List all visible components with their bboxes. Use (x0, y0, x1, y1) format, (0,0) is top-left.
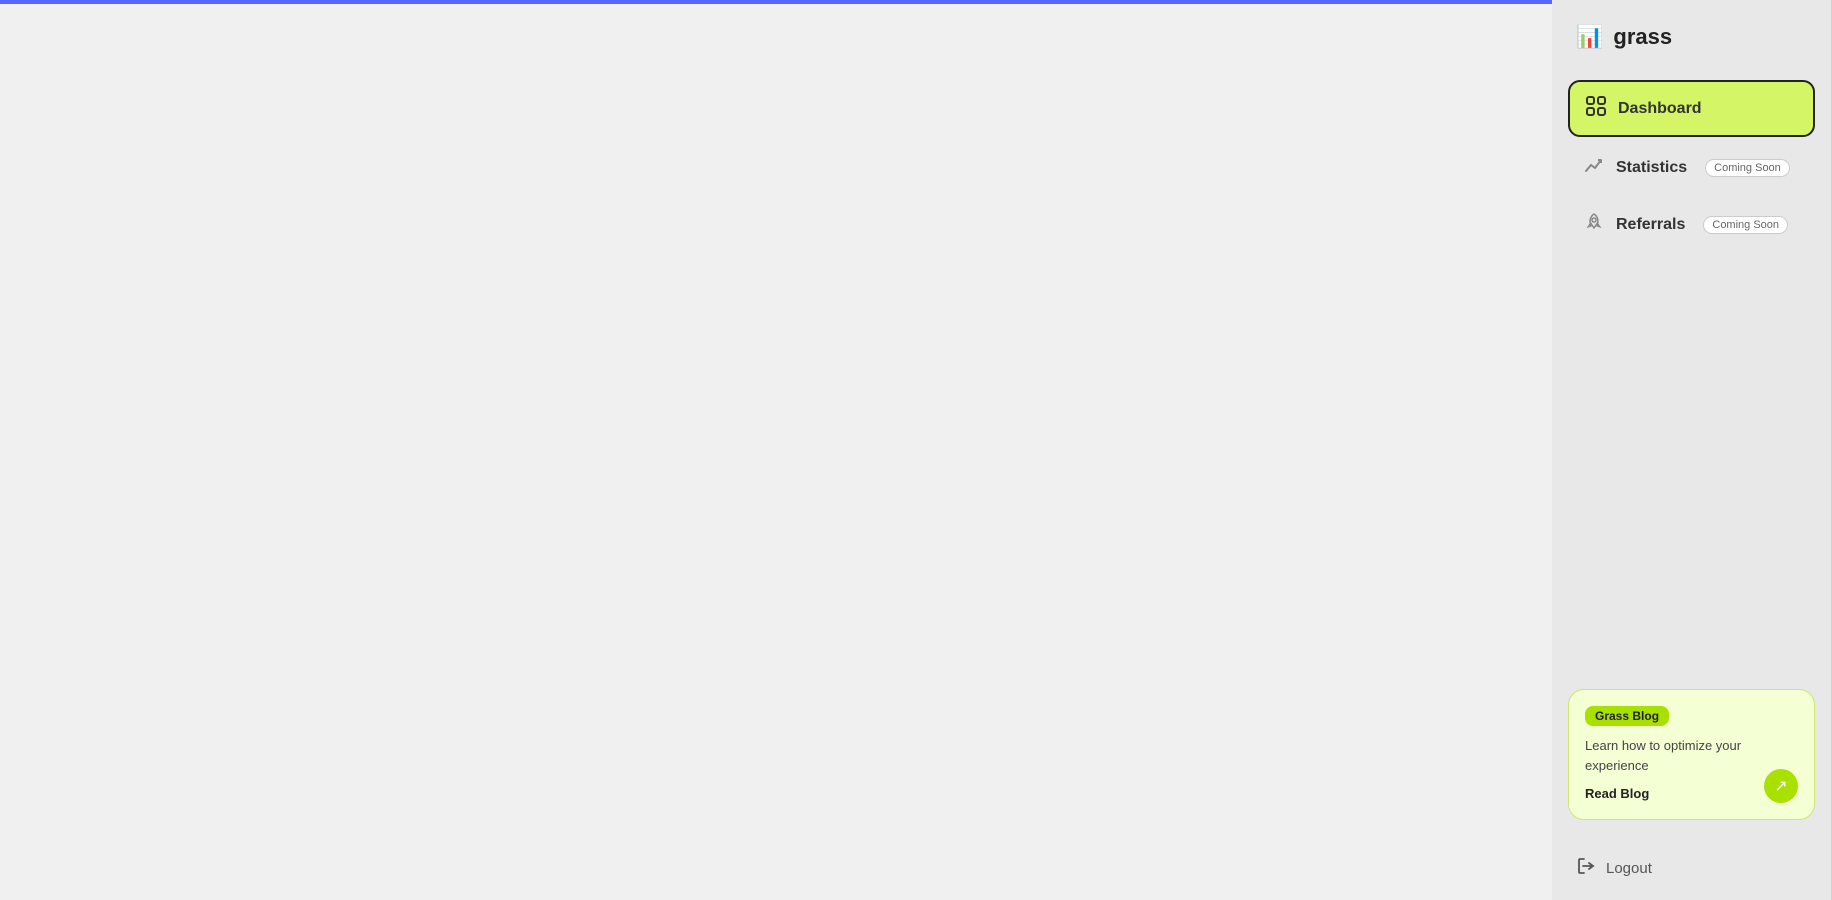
blog-arrow-button[interactable]: ↗ (1764, 769, 1798, 803)
sidebar-item-label-referrals: Referrals (1616, 216, 1685, 234)
arrow-icon: ↗ (1774, 776, 1787, 796)
sidebar-item-dashboard[interactable]: Dashboard (1568, 80, 1815, 137)
logo-text: grass (1613, 24, 1672, 50)
sidebar-item-label-statistics: Statistics (1616, 159, 1687, 177)
sidebar-item-label-dashboard: Dashboard (1618, 100, 1702, 118)
referrals-badge: Coming Soon (1703, 216, 1788, 234)
sidebar-item-referrals[interactable]: Referrals Coming Soon (1568, 198, 1815, 251)
blog-tag: Grass Blog (1585, 706, 1669, 726)
sidebar-nav: Dashboard Statistics Coming Soon (1552, 70, 1831, 673)
logout-label: Logout (1606, 860, 1652, 877)
blog-description: Learn how to optimize your experience (1585, 736, 1798, 775)
logout-icon (1576, 856, 1596, 880)
logo-icon: 📊 (1576, 24, 1603, 50)
logout-button[interactable]: Logout (1552, 836, 1831, 900)
sidebar: 📊 grass Dashboard (1552, 0, 1832, 900)
logo: 📊 grass (1552, 0, 1831, 70)
rocket-icon (1584, 212, 1604, 237)
sidebar-item-statistics[interactable]: Statistics Coming Soon (1568, 141, 1815, 194)
statistics-badge: Coming Soon (1705, 159, 1790, 177)
grid-icon (1586, 96, 1606, 121)
chart-icon (1584, 155, 1604, 180)
blog-card: Grass Blog Learn how to optimize your ex… (1568, 689, 1815, 820)
blog-read-label: Read Blog (1585, 786, 1649, 801)
